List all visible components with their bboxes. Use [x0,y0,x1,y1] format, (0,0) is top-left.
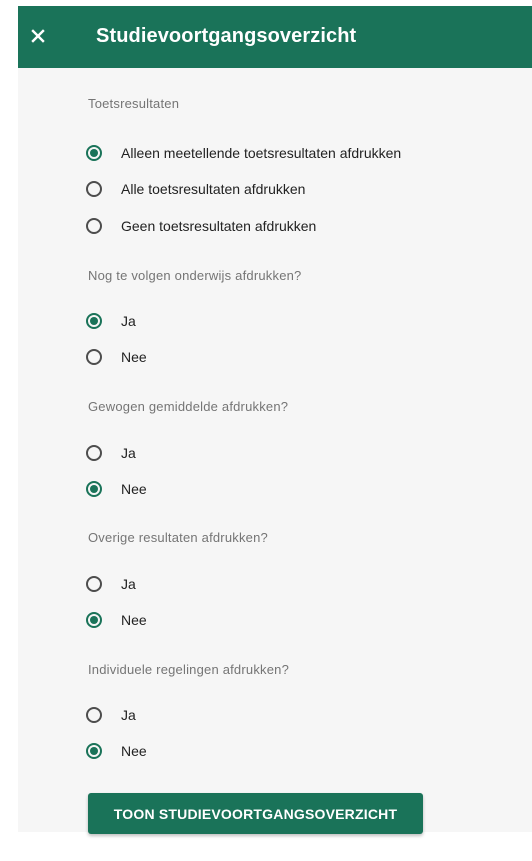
dialog-header: Studievoortgangsoverzicht [18,6,532,68]
radio-option-label: Ja [121,445,136,461]
radio-button[interactable] [86,349,102,365]
radio-button[interactable] [86,218,102,234]
radio-option-overige-nee[interactable]: Nee [86,609,147,631]
show-overview-button[interactable]: TOON STUDIEVOORTGANGSOVERZICHT [88,793,423,834]
radio-option-label: Nee [121,743,147,759]
radio-option-label: Ja [121,576,136,592]
radio-option-overige-ja[interactable]: Ja [86,573,136,595]
radio-button[interactable] [86,481,102,497]
section-label-individuele-regelingen: Individuele regelingen afdrukken? [88,662,290,677]
radio-option-label: Ja [121,707,136,723]
radio-option-gemiddelde-ja[interactable]: Ja [86,442,136,464]
section-label-gewogen-gemiddelde: Gewogen gemiddelde afdrukken? [88,399,289,414]
radio-option-label: Nee [121,481,147,497]
dialog-title: Studievoortgangsoverzicht [96,25,357,47]
radio-option-toetsresultaten-geen[interactable]: Geen toetsresultaten afdrukken [86,215,316,237]
radio-option-toetsresultaten-alle[interactable]: Alle toetsresultaten afdrukken [86,178,305,200]
radio-option-gemiddelde-nee[interactable]: Nee [86,478,147,500]
radio-option-label: Geen toetsresultaten afdrukken [121,218,317,234]
radio-button[interactable] [86,445,102,461]
radio-option-label: Nee [121,349,147,365]
radio-button[interactable] [86,181,102,197]
radio-button[interactable] [86,145,102,161]
radio-option-label: Alleen meetellende toetsresultaten afdru… [121,145,402,161]
radio-button[interactable] [86,743,102,759]
radio-option-onderwijs-nee[interactable]: Nee [86,346,147,368]
section-label-nog-te-volgen-onderwijs: Nog te volgen onderwijs afdrukken? [88,268,302,283]
close-icon [31,29,45,43]
radio-option-toetsresultaten-meetellend[interactable]: Alleen meetellende toetsresultaten afdru… [86,142,401,164]
radio-option-label: Nee [121,612,147,628]
radio-button[interactable] [86,707,102,723]
print-options-dialog: Studievoortgangsoverzicht Toetsresultate… [18,6,532,834]
radio-option-label: Ja [121,313,136,329]
radio-button[interactable] [86,576,102,592]
section-label-overige-resultaten: Overige resultaten afdrukken? [88,530,268,545]
radio-option-regelingen-ja[interactable]: Ja [86,704,136,726]
radio-button[interactable] [86,313,102,329]
close-button[interactable] [24,22,52,50]
section-label-toetsresultaten: Toetsresultaten [88,96,180,111]
radio-option-regelingen-nee[interactable]: Nee [86,740,147,762]
radio-option-label: Alle toetsresultaten afdrukken [121,181,306,197]
radio-option-onderwijs-ja[interactable]: Ja [86,310,136,332]
radio-button[interactable] [86,612,102,628]
